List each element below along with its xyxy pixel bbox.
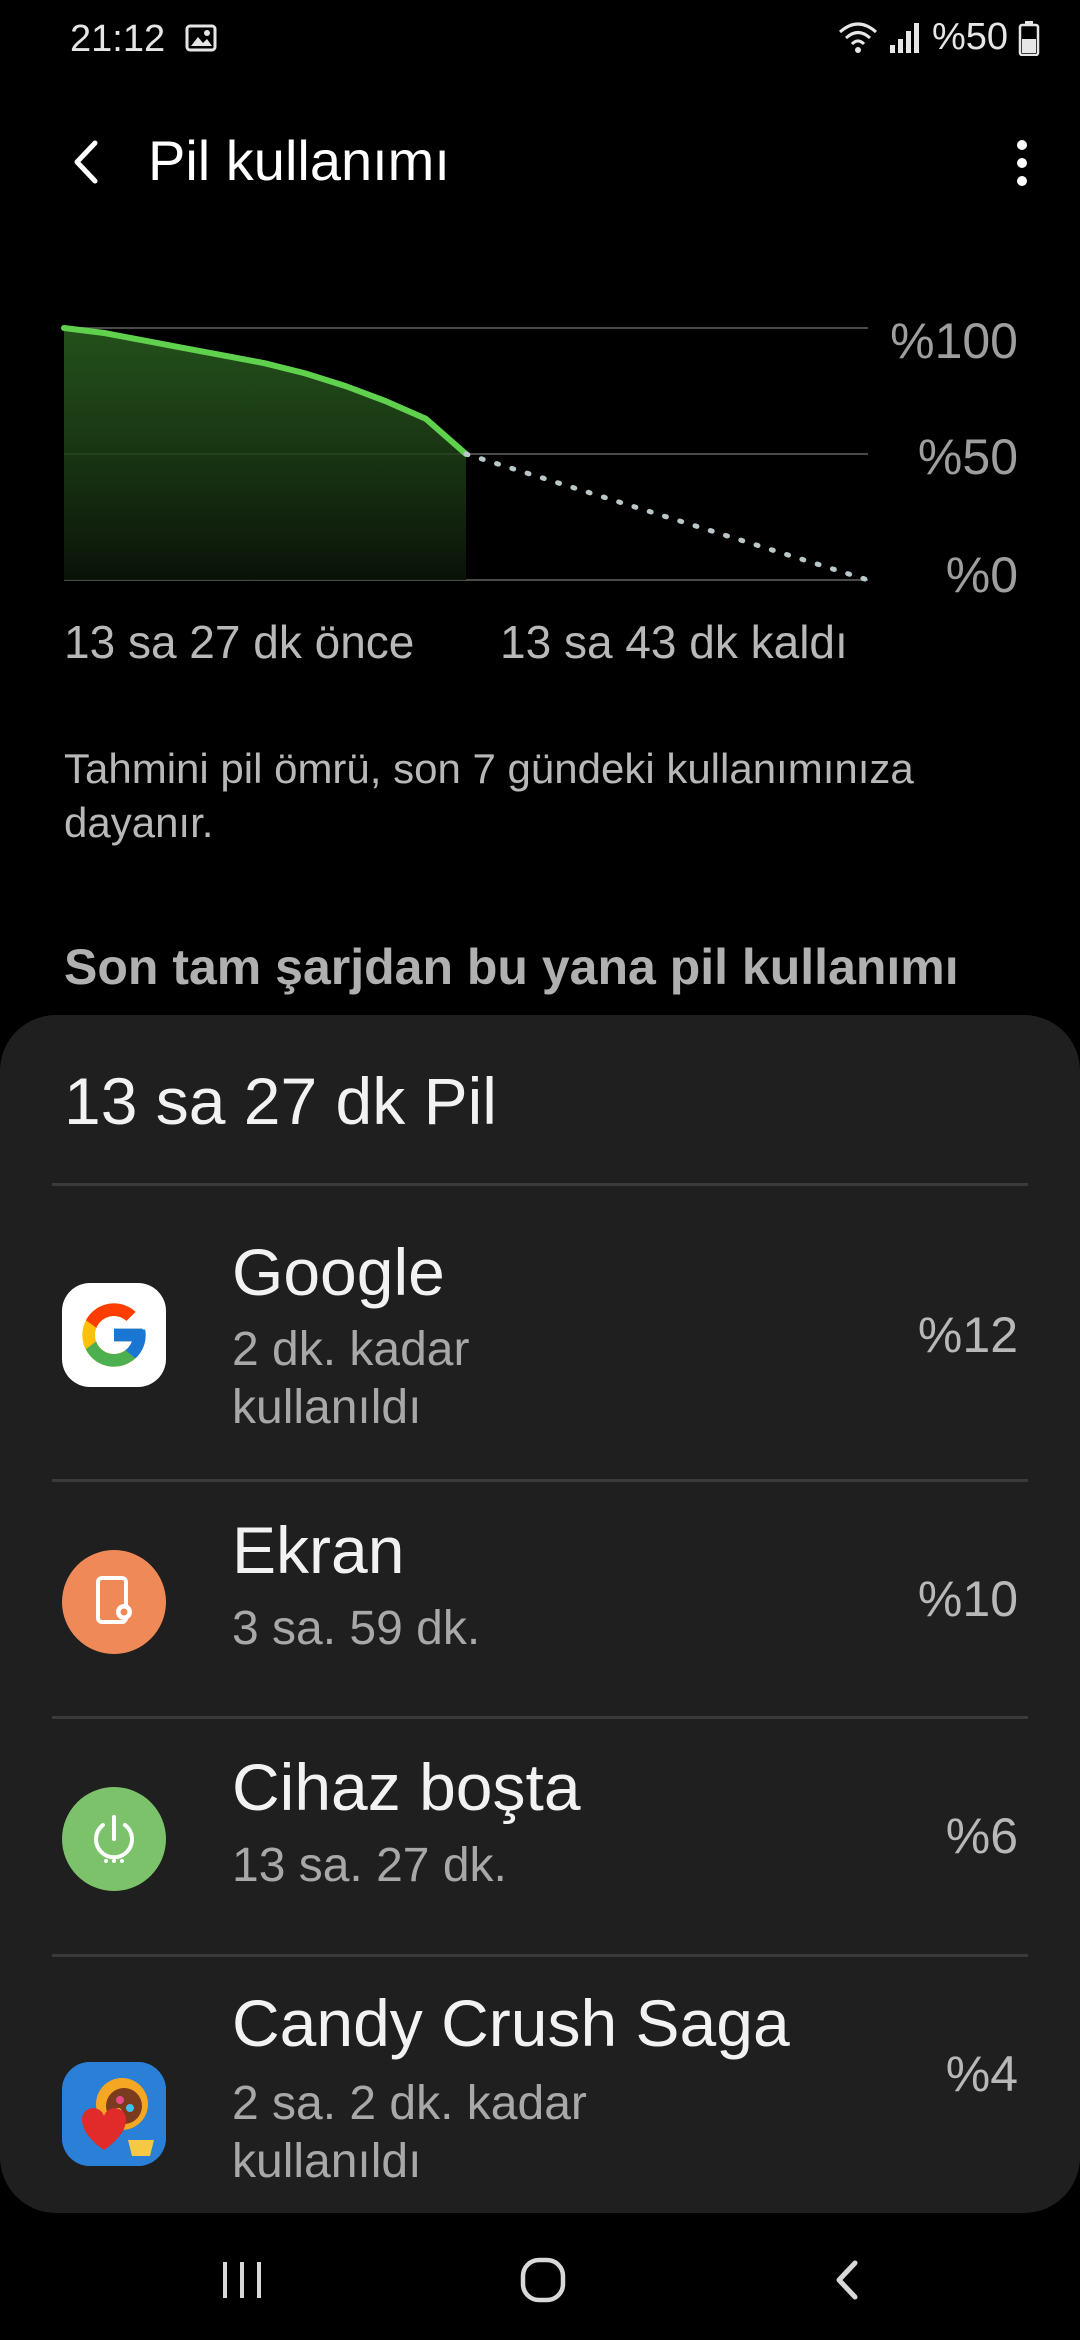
more-vert-icon: [1017, 140, 1027, 186]
time-label-past: 13 sa 27 dk önce: [64, 616, 415, 668]
item-name: Ekran: [232, 1513, 405, 1587]
nav-back-button[interactable]: [797, 2240, 897, 2320]
status-time: 21:12: [70, 18, 166, 60]
item-name: Cihaz boşta: [232, 1750, 581, 1824]
y-tick-50: %50: [917, 429, 1018, 485]
sheet-title: 13 sa 27 dk Pil: [64, 1064, 497, 1138]
usage-item-google[interactable]: Google 2 dk. kadar kullanıldı %12: [0, 1186, 1080, 1479]
battery-projection-line: [463, 451, 871, 583]
item-percent: %12: [917, 1307, 1018, 1363]
more-options-button[interactable]: [992, 128, 1052, 198]
google-icon: [62, 1283, 166, 1387]
item-usage: 2 sa. 2 dk. kadar kullanıldı: [232, 2077, 587, 2188]
status-bar: 21:12 %50: [0, 0, 1080, 84]
wifi-icon: [838, 22, 877, 53]
back-button[interactable]: [55, 132, 115, 192]
usage-item-candy-crush[interactable]: Candy Crush Saga 2 sa. 2 dk. kadar kulla…: [0, 1957, 1080, 2213]
time-label-remaining: 13 sa 43 dk kaldı: [500, 616, 848, 668]
usage-item-screen[interactable]: Ekran 3 sa. 59 dk. %10: [0, 1482, 1080, 1716]
item-percent: %4: [945, 2046, 1018, 2102]
item-usage: 3 sa. 59 dk.: [232, 1602, 481, 1655]
estimate-description: Tahmini pil ömrü, son 7 gündeki kullanım…: [64, 745, 914, 846]
home-button[interactable]: [493, 2240, 593, 2320]
usage-sheet: 13 sa 27 dk Pil Google 2 dk. kadar kulla…: [0, 1015, 1080, 2213]
battery-percent: %50: [931, 16, 1008, 58]
status-right: %50: [838, 16, 1040, 59]
item-usage: 13 sa. 27 dk.: [232, 1839, 507, 1892]
signal-icon: [889, 22, 919, 53]
battery-icon: [1018, 20, 1040, 56]
home-icon: [520, 2257, 566, 2303]
y-tick-0: %0: [945, 547, 1018, 603]
usage-item-idle[interactable]: Cihaz boşta 13 sa. 27 dk. %6: [0, 1719, 1080, 1954]
item-name: Candy Crush Saga: [232, 1986, 790, 2060]
item-percent: %6: [945, 1808, 1018, 1864]
back-arrow-icon: [74, 140, 98, 184]
item-usage: 2 dk. kadar kullanıldı: [232, 1323, 470, 1434]
item-name: Google: [232, 1235, 445, 1309]
y-tick-100: %100: [890, 313, 1018, 369]
navigation-bar: [0, 2220, 1080, 2340]
back-nav-icon: [836, 2260, 858, 2300]
recents-icon: [223, 2262, 261, 2298]
screen-icon: [62, 1550, 166, 1654]
recents-button[interactable]: [192, 2240, 292, 2320]
gallery-icon: [185, 24, 217, 52]
page-title: Pil kullanımı: [148, 129, 450, 192]
candy-crush-icon: [62, 2062, 166, 2166]
item-percent: %10: [917, 1571, 1018, 1627]
section-header: Son tam şarjdan bu yana pil kullanımı: [64, 939, 959, 995]
app-bar: Pil kullanımı: [0, 110, 1080, 210]
battery-chart: %100 %50 %0 13 sa 27 dk önce 13 sa 43 dk…: [0, 300, 1080, 680]
power-icon: [62, 1787, 166, 1891]
